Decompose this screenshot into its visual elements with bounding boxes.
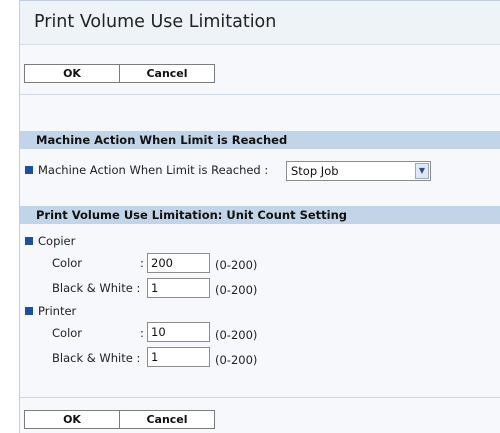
printer-bw-label: Black & White : [52, 351, 140, 365]
machine-action-label: Machine Action When Limit is Reached : [38, 163, 268, 177]
copier-color-input[interactable]: 200 [147, 253, 210, 273]
divider [20, 94, 500, 95]
machine-action-select[interactable]: Stop Job ▼ [286, 161, 431, 181]
separator: : [136, 281, 141, 295]
separator: : [136, 351, 141, 365]
separator: : [140, 256, 144, 270]
settings-panel: Print Volume Use Limitation OK Cancel Ma… [19, 0, 500, 433]
printer-bw-label-text: Black & White [52, 351, 133, 365]
machine-action-label-text: Machine Action When Limit is Reached [38, 163, 261, 177]
separator: : [264, 163, 269, 177]
copier-bw-label: Black & White : [52, 281, 140, 295]
cancel-button[interactable]: Cancel [119, 64, 215, 83]
copier-bw-input[interactable]: 1 [147, 278, 210, 298]
bullet-icon [25, 166, 33, 174]
page: Print Volume Use Limitation OK Cancel Ma… [0, 0, 500, 433]
copier-label: Copier [38, 234, 76, 248]
printer-color-input[interactable]: 10 [147, 322, 210, 342]
bullet-icon [25, 307, 33, 315]
printer-color-label: Color [52, 326, 83, 340]
copier-bw-range: (0-200) [215, 283, 258, 297]
copier-color-label: Color [52, 256, 83, 270]
printer-color-range: (0-200) [215, 328, 258, 342]
copier-bw-label-text: Black & White [52, 281, 133, 295]
chevron-down-icon[interactable]: ▼ [415, 163, 429, 179]
printer-bw-range: (0-200) [215, 353, 258, 367]
separator: : [140, 326, 144, 340]
section-header-unit-count: Print Volume Use Limitation: Unit Count … [20, 206, 500, 224]
page-title: Print Volume Use Limitation [34, 12, 277, 32]
ok-button[interactable]: OK [24, 410, 120, 429]
section-header-machine-action: Machine Action When Limit is Reached [20, 131, 500, 149]
cancel-button[interactable]: Cancel [119, 410, 215, 429]
bullet-icon [25, 237, 33, 245]
top-button-bar: OK Cancel [24, 64, 216, 83]
divider [20, 397, 500, 398]
printer-label: Printer [38, 304, 77, 318]
copier-color-range: (0-200) [215, 258, 258, 272]
printer-bw-input[interactable]: 1 [147, 347, 210, 367]
title-bar: Print Volume Use Limitation [20, 1, 500, 45]
ok-button[interactable]: OK [24, 64, 120, 83]
machine-action-selected-value: Stop Job [291, 164, 339, 178]
bottom-button-bar: OK Cancel [24, 410, 216, 429]
